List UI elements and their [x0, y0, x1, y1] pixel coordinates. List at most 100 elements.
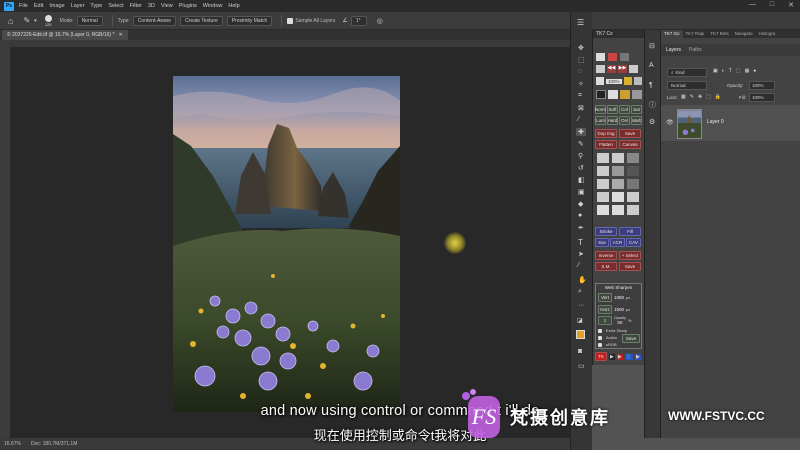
tk7-stroke-button[interactable]: Stroke	[595, 227, 617, 236]
tk7-fit-icon[interactable]	[596, 77, 604, 85]
tk7-acr-button[interactable]: ACR	[610, 238, 625, 247]
tk7-inverse-button[interactable]: Inverse	[595, 251, 617, 260]
vert-value[interactable]: 1080	[614, 295, 624, 300]
menu-layer[interactable]: Layer	[71, 3, 85, 9]
tk7-sat-button[interactable]: Sat	[631, 105, 642, 114]
layer-name[interactable]: Layer 0	[707, 119, 724, 125]
panel-options-icon[interactable]: ☰	[577, 18, 584, 27]
lock-artboard-icon[interactable]: ⬚	[706, 94, 711, 100]
line-tool-icon[interactable]: ⁄	[578, 262, 579, 269]
lock-pixels-icon[interactable]: ✎	[690, 94, 694, 100]
action-checkbox[interactable]	[598, 335, 602, 340]
menu-type[interactable]: Type	[90, 3, 102, 9]
tk7-flatten-button[interactable]: Flatten	[595, 140, 617, 149]
gradient-tool-icon[interactable]: ▣	[578, 188, 585, 196]
eye-icon[interactable]: 👁	[666, 119, 674, 126]
tk7-compare-icon[interactable]	[629, 65, 638, 73]
tk7-stack-icon[interactable]	[627, 192, 639, 202]
tk7-layers-icon[interactable]	[596, 65, 605, 73]
srgb-checkbox[interactable]	[598, 342, 602, 347]
tab-tk7-bets[interactable]: TK7 Bets	[707, 30, 732, 38]
dodge-tool-icon[interactable]: ●	[578, 212, 582, 219]
tk7-rewind-icon[interactable]: ◀◀	[607, 65, 616, 73]
tk7-gray-icon[interactable]	[612, 166, 624, 176]
lasso-tool-icon[interactable]: ◌	[578, 68, 582, 75]
tk7-import-icon[interactable]	[597, 205, 609, 215]
tk7-mode-icon[interactable]	[596, 53, 605, 61]
history-brush-tool-icon[interactable]: ↺	[578, 164, 584, 172]
tk7-lum-button[interactable]: Lum	[595, 116, 606, 125]
tk7-minus-icon[interactable]	[633, 77, 642, 85]
filter-pixel-icon[interactable]: ▣	[713, 68, 718, 74]
pen-tool-icon[interactable]: ✒	[578, 224, 584, 232]
fill-field[interactable]: 100%	[749, 93, 775, 102]
blur-tool-icon[interactable]: ◆	[578, 200, 583, 208]
tk7-save-button-mid[interactable]: Save	[619, 262, 641, 271]
tk7-plus-select-button[interactable]: + Select	[619, 251, 641, 260]
properties-panel-icon[interactable]: ⚙	[649, 118, 655, 126]
minimize-icon[interactable]: —	[749, 1, 756, 9]
menu-filter[interactable]: Filter	[130, 3, 142, 9]
tab-tk7-go[interactable]: TK7 Go	[661, 30, 683, 38]
screen-mode-icon[interactable]: ▭	[578, 362, 585, 370]
quick-select-tool-icon[interactable]: ✧	[578, 80, 584, 88]
tk7-ovl-button[interactable]: Ovl	[619, 116, 630, 125]
tk7-mult-button[interactable]: Mult	[631, 116, 642, 125]
menu-plugins[interactable]: Plugins	[179, 3, 197, 9]
tk7-brush-gold-icon[interactable]	[620, 90, 630, 99]
layer-row[interactable]: 👁 Layer 0	[661, 105, 800, 141]
sharpen-level-button[interactable]: 1	[598, 316, 612, 325]
tk7-soft-button[interactable]: Soft	[607, 105, 618, 114]
tk7-hard-button[interactable]: Hard	[607, 116, 618, 125]
tk7-save-button-top[interactable]: Save	[619, 129, 641, 138]
spot-healing-brush-icon[interactable]: ✎	[23, 16, 30, 25]
menu-image[interactable]: Image	[49, 3, 64, 9]
horz-value[interactable]: 1500	[614, 307, 624, 312]
paragraph-panel-icon[interactable]: ¶	[649, 82, 653, 89]
healing-brush-tool-icon[interactable]: ✚	[576, 128, 586, 136]
history-panel-icon[interactable]: ⊟	[649, 42, 655, 50]
tk7-dark-icon[interactable]	[627, 166, 639, 176]
tk7-mask-icon[interactable]	[612, 153, 624, 163]
hand-tool-icon[interactable]: ✋	[578, 276, 587, 284]
opacity-field[interactable]: 100%	[749, 81, 775, 90]
tk7-toggle-icon[interactable]	[612, 179, 624, 189]
tk7-split-icon[interactable]	[627, 205, 639, 215]
character-panel-icon[interactable]: A	[649, 62, 654, 69]
zoom-tool-icon[interactable]: ⌕	[578, 288, 582, 296]
marquee-tool-icon[interactable]: ⬚	[578, 56, 585, 64]
filter-smart-icon[interactable]: ▦	[745, 68, 750, 74]
more-tools-icon[interactable]: ···	[578, 302, 585, 309]
filter-toggle-icon[interactable]: ●	[753, 68, 756, 74]
close-tab-icon[interactable]: ✕	[118, 32, 122, 38]
tk7-sav-button[interactable]: Sav	[595, 238, 609, 247]
tab-layers[interactable]: Layers	[666, 47, 681, 53]
tk7-col-button[interactable]: Col	[619, 105, 630, 114]
tool-preset-chevron-icon[interactable]: ▾	[34, 18, 37, 24]
tk7-plus-icon[interactable]	[623, 77, 632, 85]
create-texture-button[interactable]: Create Texture	[180, 15, 223, 26]
tk7-link-icon[interactable]	[612, 192, 624, 202]
tk7-new-layer-icon[interactable]	[597, 153, 609, 163]
tk7-check-icon[interactable]	[597, 166, 609, 176]
tk7-swap-icon[interactable]	[612, 205, 624, 215]
filter-shape-icon[interactable]: ⬚	[736, 68, 741, 74]
sharpen-opacity-value[interactable]: 50	[617, 320, 622, 325]
maximize-icon[interactable]: □	[770, 1, 774, 9]
tab-paths[interactable]: Paths	[689, 47, 702, 53]
play-icon[interactable]: ▶	[609, 353, 615, 360]
extra-sharp-checkbox[interactable]	[598, 328, 602, 333]
menu-help[interactable]: Help	[228, 3, 239, 9]
forward-blue-icon[interactable]: ▶	[634, 353, 641, 360]
tk7-zoom-value[interactable]: 100%	[606, 78, 622, 84]
menu-select[interactable]: Select	[108, 3, 123, 9]
canvas-photo[interactable]	[173, 76, 400, 412]
sample-all-layers-checkbox[interactable]	[287, 17, 294, 24]
tk7-norm-button[interactable]: Norm	[595, 105, 606, 114]
tk7-half-icon[interactable]	[627, 153, 639, 163]
home-icon[interactable]: ⌂	[8, 16, 13, 26]
tk7-arrows-icon[interactable]	[597, 192, 609, 202]
filter-kind-select[interactable]: ⌕ Kind	[667, 68, 707, 77]
mode-select[interactable]: Normal	[76, 15, 103, 26]
info-panel-icon[interactable]: ⓘ	[649, 100, 656, 110]
